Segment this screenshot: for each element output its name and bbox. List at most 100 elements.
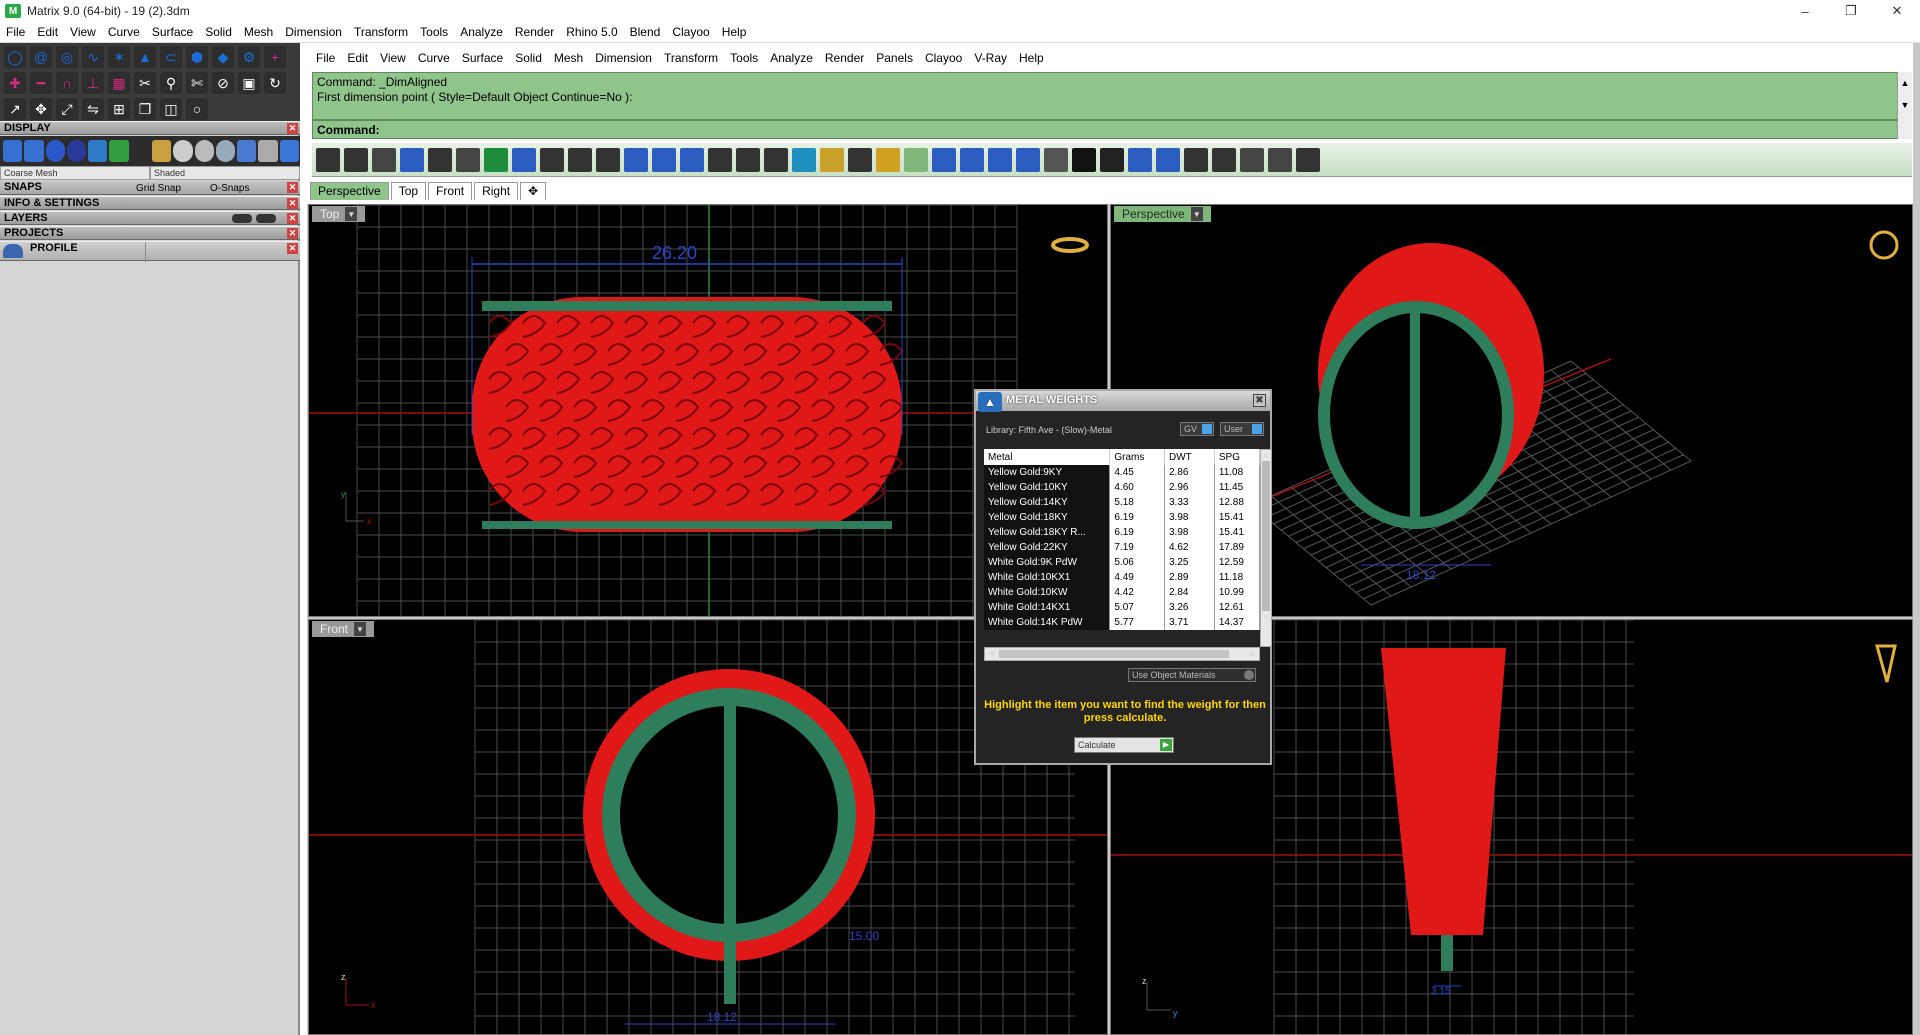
chevron-down-icon[interactable]: ▼ bbox=[345, 207, 358, 221]
scale-icon[interactable]: ⤢ bbox=[56, 98, 78, 120]
rhino-menu-curve[interactable]: Curve bbox=[412, 51, 456, 65]
rhino-menu-mesh[interactable]: Mesh bbox=[548, 51, 589, 65]
crosshair-icon[interactable] bbox=[680, 147, 704, 172]
rhino-menu-help[interactable]: Help bbox=[1013, 51, 1050, 65]
close-icon[interactable]: ✕ bbox=[287, 198, 298, 209]
align-icon[interactable]: ⊥ bbox=[82, 72, 104, 94]
star-icon[interactable]: ✶ bbox=[108, 46, 130, 68]
table-horizontal-scrollbar[interactable]: ◀ ▶ bbox=[984, 647, 1260, 661]
menu-solid[interactable]: Solid bbox=[199, 25, 238, 39]
plus-icon[interactable]: + bbox=[264, 46, 286, 68]
right-scrollbar[interactable] bbox=[1913, 43, 1920, 1035]
x-box-icon[interactable] bbox=[1100, 147, 1124, 172]
display-header[interactable]: DISPLAY ✕ bbox=[0, 121, 300, 135]
table-row[interactable]: Yellow Gold:14KY 5.18 3.33 12.88 bbox=[984, 495, 1261, 510]
minimize-button[interactable]: – bbox=[1782, 0, 1828, 22]
grid-icon[interactable]: ▦ bbox=[108, 72, 130, 94]
lock-icon[interactable] bbox=[1184, 147, 1208, 172]
array-icon[interactable]: ⊞ bbox=[108, 98, 130, 120]
lock-open-icon[interactable] bbox=[1212, 147, 1236, 172]
copy-icon[interactable]: ❐ bbox=[134, 98, 156, 120]
move-icon[interactable]: ✥ bbox=[30, 98, 52, 120]
menu-blend[interactable]: Blend bbox=[624, 25, 667, 39]
menu-transform[interactable]: Transform bbox=[348, 25, 414, 39]
trim-icon[interactable]: ⊘ bbox=[212, 72, 234, 94]
menu-tools[interactable]: Tools bbox=[414, 25, 454, 39]
sun-icon[interactable] bbox=[24, 140, 44, 162]
line-icon[interactable]: ━ bbox=[30, 72, 52, 94]
crystal-icon[interactable] bbox=[484, 147, 508, 172]
user-toggle[interactable]: User bbox=[1220, 422, 1264, 436]
chevron-down-icon[interactable]: ▼ bbox=[1261, 613, 1271, 622]
settings-icon[interactable]: ⚙ bbox=[238, 46, 260, 68]
grid-snap-toggle[interactable]: Grid Snap bbox=[136, 182, 181, 195]
cluster-icon[interactable] bbox=[708, 147, 732, 172]
table-row[interactable]: Yellow Gold:10KY 4.60 2.96 11.45 bbox=[984, 480, 1261, 495]
metal-weights-titlebar[interactable]: ▲ METAL WEIGHTS ✕ bbox=[976, 391, 1270, 412]
use-object-materials-toggle[interactable]: Use Object Materials bbox=[1128, 668, 1256, 682]
info-settings-header[interactable]: INFO & SETTINGS ✕ bbox=[0, 196, 300, 210]
menu-clayoo[interactable]: Clayoo bbox=[666, 25, 715, 39]
viewport-grid-icon[interactable] bbox=[3, 140, 23, 162]
photo-icon[interactable] bbox=[237, 140, 257, 162]
gear-cluster-icon[interactable] bbox=[820, 147, 844, 172]
rhino-menu-tools[interactable]: Tools bbox=[724, 51, 764, 65]
osnaps-toggle[interactable]: O-Snaps bbox=[210, 182, 249, 195]
eye-icon[interactable] bbox=[256, 214, 276, 223]
rhino-menu-analyze[interactable]: Analyze bbox=[764, 51, 819, 65]
menu-file[interactable]: File bbox=[0, 25, 31, 39]
rhino-menu-solid[interactable]: Solid bbox=[509, 51, 548, 65]
table-row[interactable]: Yellow Gold:9KY 4.45 2.86 11.08 bbox=[984, 465, 1261, 480]
projects-header[interactable]: PROJECTS ✕ bbox=[0, 226, 300, 240]
circle-icon[interactable]: ◯ bbox=[4, 46, 26, 68]
chevron-down-icon[interactable]: ▼ bbox=[354, 622, 367, 636]
spiral-icon[interactable]: @ bbox=[30, 46, 52, 68]
bowl-icon[interactable] bbox=[316, 147, 340, 172]
rhino-menu-render[interactable]: Render bbox=[819, 51, 870, 65]
chevron-left-icon[interactable]: ◀ bbox=[987, 648, 994, 659]
rhino-menu-clayoo[interactable]: Clayoo bbox=[919, 51, 968, 65]
chevron-down-icon[interactable]: ▼ bbox=[1190, 207, 1203, 221]
book-icon[interactable] bbox=[876, 147, 900, 172]
table-row[interactable]: White Gold:14K PdW 5.77 3.71 14.37 bbox=[984, 615, 1261, 630]
lightbulb-icon[interactable] bbox=[151, 140, 172, 162]
measure-icon[interactable] bbox=[512, 147, 536, 172]
settings-icon[interactable] bbox=[258, 140, 278, 162]
gem-icon[interactable]: ◆ bbox=[212, 46, 234, 68]
people-icon[interactable] bbox=[1296, 147, 1320, 172]
rhino-menu-dimension[interactable]: Dimension bbox=[589, 51, 658, 65]
menu-view[interactable]: View bbox=[64, 25, 102, 39]
cube-icon[interactable] bbox=[1128, 147, 1152, 172]
tab-right[interactable]: Right bbox=[474, 182, 519, 200]
curve-icon[interactable]: ∿ bbox=[82, 46, 104, 68]
menu-mesh[interactable]: Mesh bbox=[238, 25, 279, 39]
menu-dimension[interactable]: Dimension bbox=[279, 25, 348, 39]
box-icon[interactable]: ◫ bbox=[160, 98, 182, 120]
gv-toggle[interactable]: GV bbox=[1180, 422, 1214, 436]
fx-icon[interactable] bbox=[596, 147, 620, 172]
restore-button[interactable]: ❐ bbox=[1828, 0, 1874, 22]
menu-render[interactable]: Render bbox=[509, 25, 560, 39]
grid-icon[interactable] bbox=[848, 147, 872, 172]
table-row[interactable]: White Gold:9K PdW 5.06 3.25 12.59 bbox=[984, 555, 1261, 570]
rhino-menu-v-ray[interactable]: V-Ray bbox=[968, 51, 1013, 65]
sphere-shaded-icon[interactable] bbox=[66, 140, 87, 162]
table-vertical-scrollbar[interactable]: ▲ ▼ bbox=[1260, 449, 1272, 647]
viewport-label-perspective[interactable]: Perspective ▼ bbox=[1114, 206, 1211, 222]
bracket-icon[interactable]: ⊂ bbox=[160, 46, 182, 68]
sphere-icon[interactable] bbox=[45, 140, 65, 162]
layers-header[interactable]: LAYERS ✕ bbox=[0, 211, 300, 225]
chevron-up-icon[interactable]: ▲ bbox=[1261, 450, 1271, 459]
bail-icon[interactable] bbox=[372, 147, 396, 172]
gear-icon[interactable] bbox=[428, 147, 452, 172]
column-header-spg[interactable]: SPG bbox=[1214, 449, 1261, 465]
column-header-dwt[interactable]: DWT bbox=[1164, 449, 1215, 465]
shield-icon[interactable]: ⬢ bbox=[186, 46, 208, 68]
close-icon[interactable]: ✕ bbox=[287, 182, 298, 193]
arrow-vertical-icon[interactable] bbox=[1016, 147, 1040, 172]
rhino-menu-transform[interactable]: Transform bbox=[658, 51, 724, 65]
p-icon[interactable] bbox=[456, 147, 480, 172]
tab-top[interactable]: Top bbox=[390, 182, 427, 200]
tab-perspective[interactable]: Perspective bbox=[310, 182, 389, 200]
table-row[interactable]: White Gold:10KW 4.42 2.84 10.99 bbox=[984, 585, 1261, 600]
